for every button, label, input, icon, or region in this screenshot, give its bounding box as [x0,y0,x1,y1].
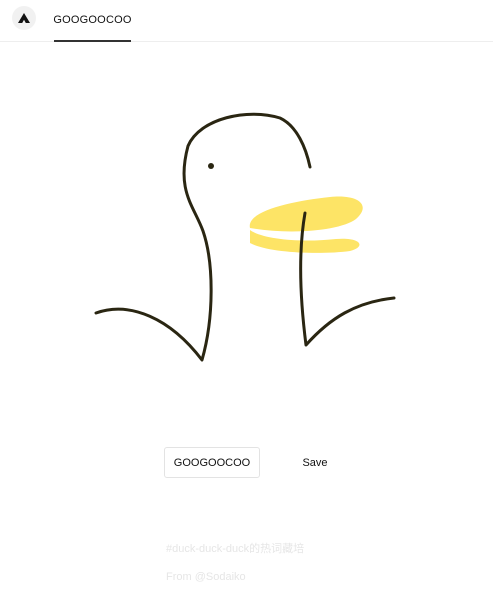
hashtag-text: #duck-duck-duck的热词藏培 [166,543,305,555]
triangle-logo-icon[interactable] [12,6,36,30]
logo-glyph [18,13,30,23]
credit-text: From @Sodaiko [166,571,246,583]
top-bar: GOOGOOCOO [0,0,493,42]
drawing-canvas[interactable] [0,43,493,433]
beak-lower [250,230,360,253]
name-button[interactable]: GOOGOOCOO [164,447,260,478]
duck-beak [249,196,363,253]
duck-body-outline [94,112,396,362]
duck-drawing [94,112,396,362]
duck-eye [208,163,214,169]
tab-googoocoo[interactable]: GOOGOOCOO [53,0,131,42]
save-button[interactable]: Save [292,447,338,478]
